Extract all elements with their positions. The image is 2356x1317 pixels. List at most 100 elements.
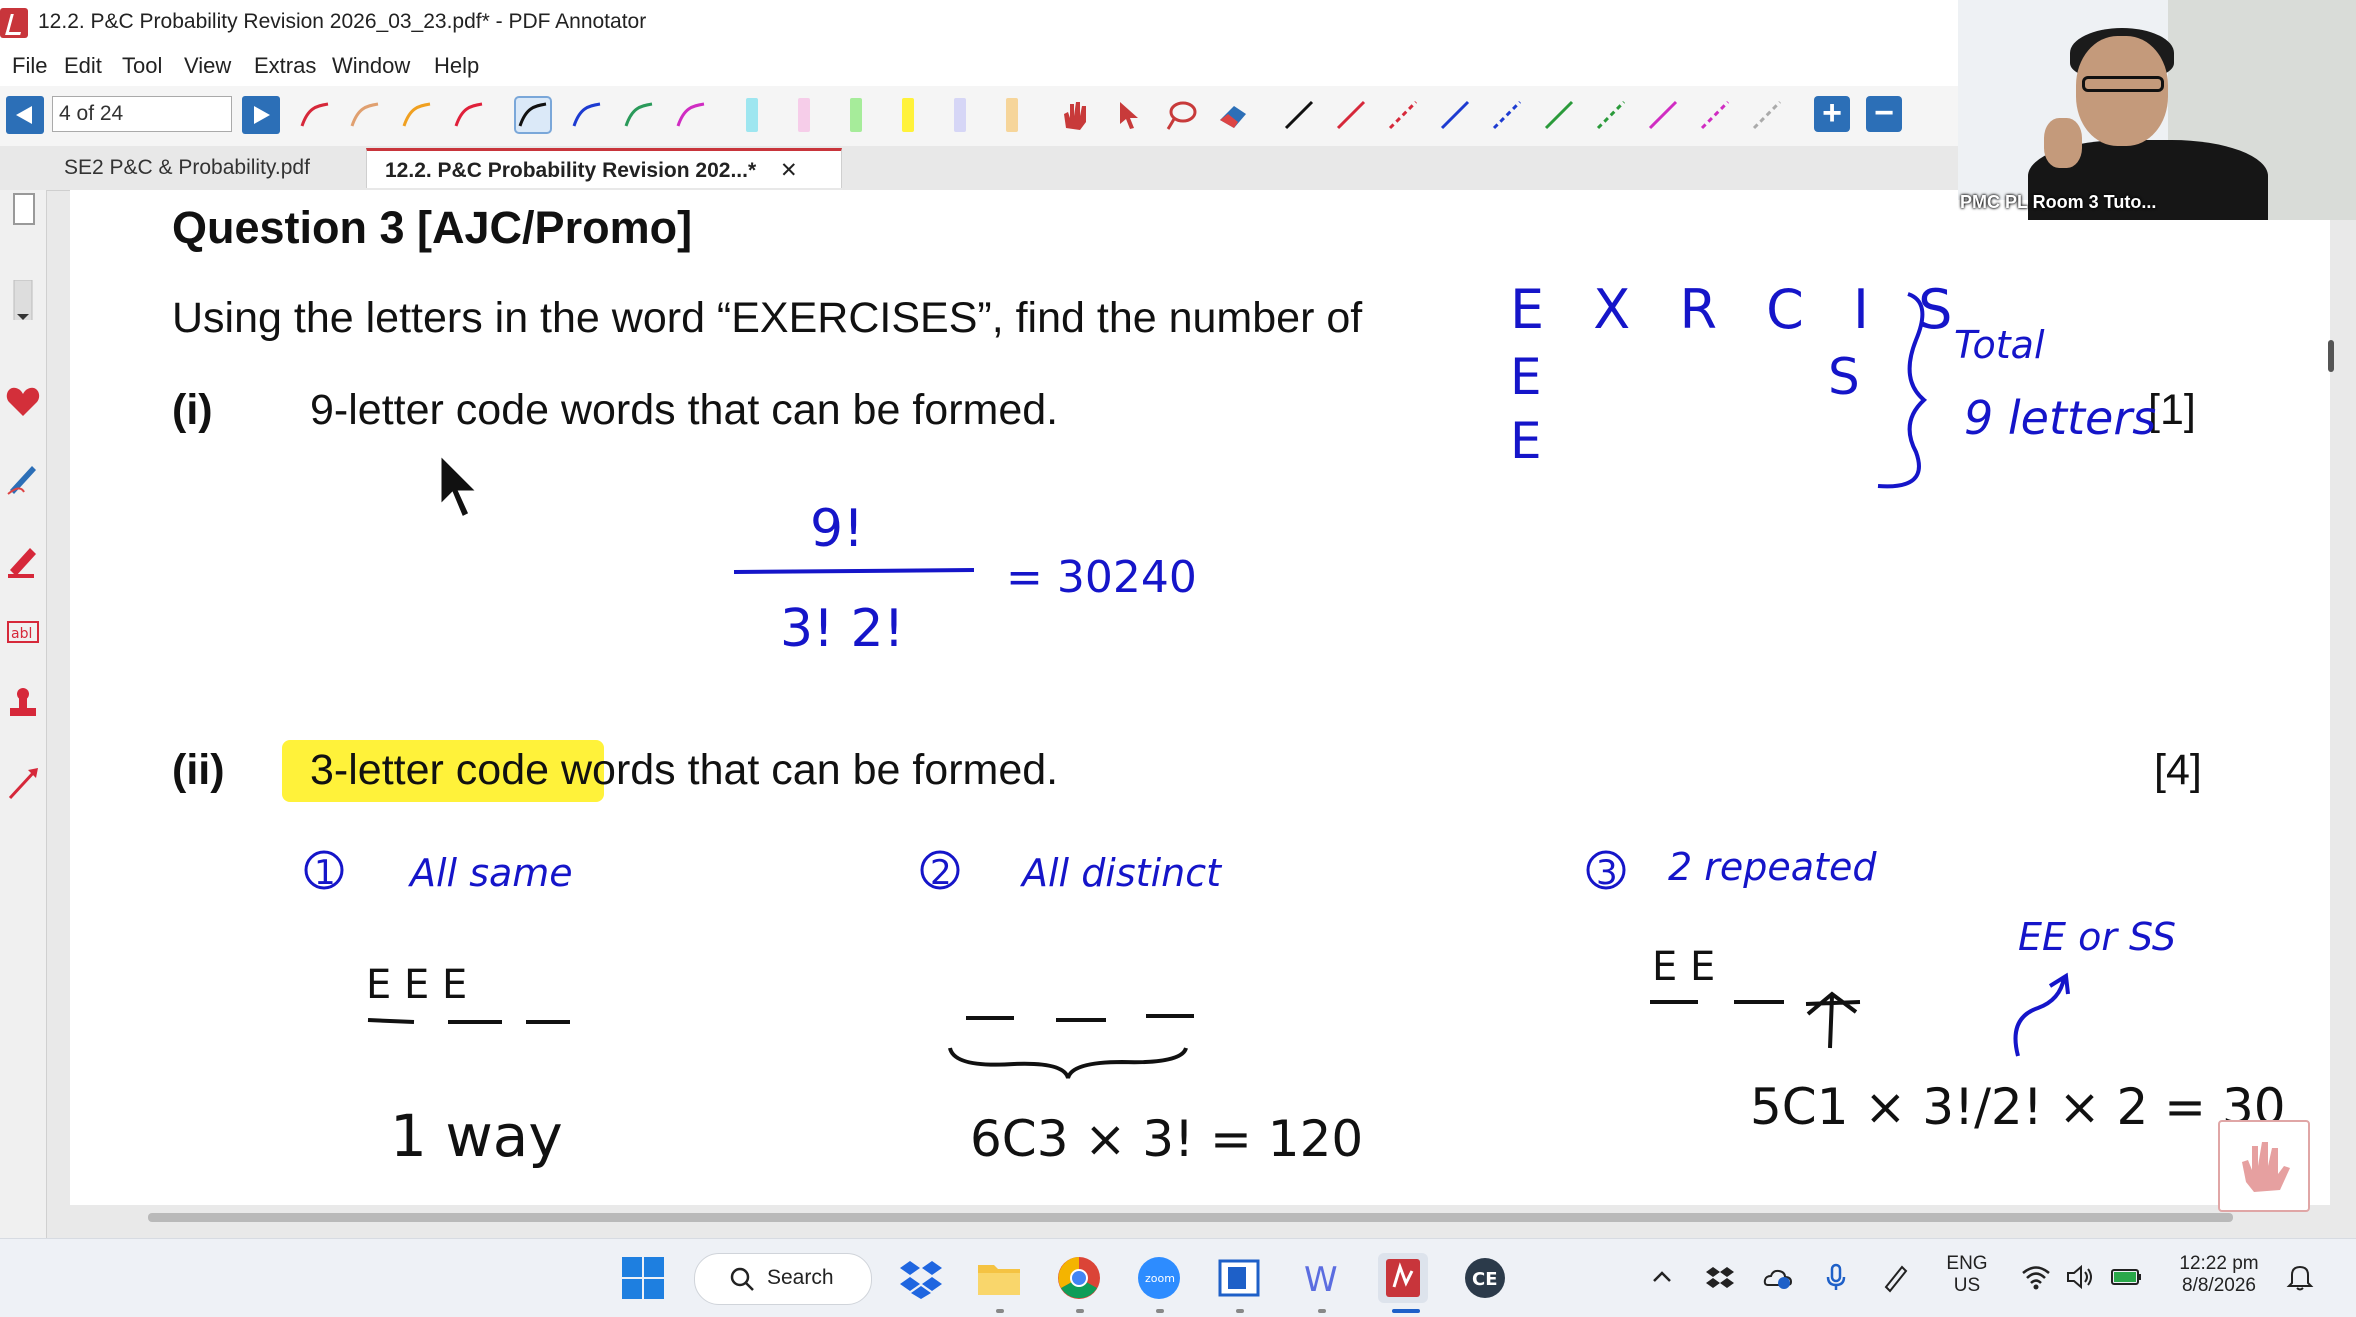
ink-case1-number: 1 — [314, 853, 336, 893]
zoom-icon[interactable]: zoom — [1134, 1253, 1184, 1303]
lasso-icon[interactable] — [1164, 98, 1198, 132]
pen-green-icon[interactable] — [622, 98, 656, 132]
ink-total-value: 9 letters — [1964, 391, 2156, 445]
volume-icon[interactable] — [2064, 1261, 2096, 1293]
notifications-bell-icon[interactable] — [2284, 1261, 2316, 1293]
clock[interactable]: 12:22 pm 8/8/2026 — [2164, 1253, 2274, 1297]
line-blue-icon[interactable] — [1438, 98, 1472, 132]
keyboard-layout: US — [1953, 1275, 1981, 1296]
zoom-out-button[interactable]: − — [1866, 96, 1902, 132]
menu-extras[interactable]: Extras — [254, 53, 316, 79]
vertical-scrollbar-thumb[interactable] — [2328, 340, 2334, 372]
taskbar-search-box[interactable]: Search — [694, 1253, 872, 1305]
line-magenta-icon[interactable] — [1646, 98, 1680, 132]
ink-case2-result: 6C3 × 3! = 120 — [970, 1110, 1363, 1168]
show-hidden-icons-chevron-icon[interactable] — [1646, 1261, 1678, 1293]
language-code: ENG — [1946, 1253, 1988, 1274]
zoom-in-button[interactable]: + — [1814, 96, 1850, 132]
sidebar-scroll-icon[interactable] — [4, 279, 42, 341]
tab-pc-probability-revision[interactable]: 12.2. P&C Probability Revision 202...* ✕ — [366, 148, 842, 188]
next-page-button[interactable] — [242, 96, 280, 134]
search-label: Search — [767, 1266, 834, 1289]
horizontal-scrollbar[interactable] — [148, 1213, 2233, 1222]
pen-tray-icon[interactable] — [1880, 1261, 1912, 1293]
tab-bar: SE2 P&C & Probability.pdf 12.2. P&C Prob… — [0, 146, 1958, 191]
wifi-icon[interactable] — [2020, 1261, 2052, 1293]
previous-page-button[interactable] — [6, 96, 44, 134]
menu-file[interactable]: File — [12, 53, 47, 79]
windows-taskbar: Search zoom W CE ENG US 12:22 pm 8/8/202… — [0, 1238, 2356, 1317]
page-thumbnail-icon[interactable] — [4, 192, 42, 232]
pen-tool-icon[interactable] — [4, 458, 42, 498]
highlighter-tool-icon[interactable] — [4, 540, 42, 580]
pen-red-icon[interactable] — [298, 98, 332, 132]
video-call-thumbnail[interactable]: PMC PL Room 3 Tuto... — [1958, 0, 2356, 220]
ce-app-icon[interactable]: CE — [1460, 1253, 1510, 1303]
word-app-icon[interactable]: W — [1296, 1253, 1346, 1303]
menu-view[interactable]: View — [184, 53, 231, 79]
menu-window[interactable]: Window — [332, 53, 410, 79]
highlighter-orange-icon[interactable] — [1006, 98, 1018, 132]
dashed-line-green-icon[interactable] — [1594, 98, 1628, 132]
windows-start-icon[interactable] — [618, 1253, 668, 1303]
page-number-input[interactable] — [52, 96, 232, 132]
highlighter-green-icon[interactable] — [850, 98, 862, 132]
pdf-annotator-logo-icon — [0, 8, 28, 38]
window-app-icon[interactable] — [1214, 1253, 1264, 1303]
text-box-tool-icon[interactable]: abl — [4, 612, 42, 652]
menu-bar: File Edit Tool View Extras Window Help — [0, 46, 1958, 86]
menu-tool[interactable]: Tool — [122, 53, 162, 79]
running-indicator — [1076, 1309, 1084, 1313]
line-red-icon[interactable] — [1334, 98, 1368, 132]
svg-text:CE: CE — [1472, 1269, 1498, 1290]
close-tab-icon[interactable]: ✕ — [780, 151, 798, 191]
arrow-tool-icon[interactable] — [4, 764, 42, 804]
dropbox-tray-icon[interactable] — [1704, 1261, 1736, 1293]
menu-help[interactable]: Help — [434, 53, 479, 79]
highlighter-lavender-icon[interactable] — [954, 98, 966, 132]
line-green-icon[interactable] — [1542, 98, 1576, 132]
eraser-icon[interactable] — [1216, 98, 1250, 132]
dashed-line-red-icon[interactable] — [1386, 98, 1420, 132]
file-explorer-icon[interactable] — [974, 1253, 1024, 1303]
dashed-line-magenta-icon[interactable] — [1698, 98, 1732, 132]
video-person-glasses — [2082, 76, 2164, 92]
chrome-icon[interactable] — [1054, 1253, 1104, 1303]
ink-letters-row1: E X R C I S — [1510, 278, 1968, 341]
pen-blue-icon[interactable] — [570, 98, 604, 132]
ink-case3-letters: E E — [1652, 944, 1715, 990]
microphone-icon[interactable] — [1820, 1261, 1852, 1293]
pdf-annotator-taskbar-icon[interactable] — [1378, 1253, 1428, 1303]
pen-crimson-icon[interactable] — [452, 98, 486, 132]
dashed-line-gray-icon[interactable] — [1750, 98, 1784, 132]
ink-fraction-numerator: 9! — [810, 499, 864, 559]
select-arrow-icon[interactable] — [1112, 98, 1146, 132]
raise-hand-icon[interactable] — [2218, 1120, 2310, 1212]
annotation-sidebar: abl — [0, 190, 47, 1238]
pdf-page[interactable]: Question 3 [AJC/Promo] Using the letters… — [70, 190, 2330, 1205]
menu-edit[interactable]: Edit — [64, 53, 102, 79]
stamp-tool-icon[interactable] — [4, 684, 42, 724]
highlighter-yellow-icon[interactable] — [902, 98, 914, 132]
dashed-line-blue-icon[interactable] — [1490, 98, 1524, 132]
language-indicator[interactable]: ENG US — [1932, 1253, 2002, 1297]
highlighter-cyan-icon[interactable] — [746, 98, 758, 132]
onedrive-sync-icon[interactable] — [1762, 1261, 1794, 1293]
ink-letter-s-row2: S — [1828, 348, 1860, 406]
pen-light-icon[interactable] — [348, 98, 382, 132]
favorites-heart-icon[interactable] — [4, 382, 42, 422]
tab-se2-pc-probability[interactable]: SE2 P&C & Probability.pdf — [46, 148, 364, 188]
running-indicator — [996, 1309, 1004, 1313]
ink-annotation-layer: E X R C I S E S E Total 9 letters 9! 3! … — [304, 278, 2286, 1170]
highlighter-pink-icon[interactable] — [798, 98, 810, 132]
pen-magenta-icon[interactable] — [674, 98, 708, 132]
battery-charging-icon[interactable] — [2110, 1261, 2142, 1293]
ink-letter-e-row2: E — [1510, 348, 1542, 406]
ink-case2-brace — [948, 1047, 1188, 1079]
pen-orange-icon[interactable] — [400, 98, 434, 132]
hand-tool-icon[interactable] — [1058, 98, 1092, 132]
mouse-cursor-icon — [438, 450, 484, 522]
dropbox-icon[interactable] — [896, 1253, 946, 1303]
line-black-icon[interactable] — [1282, 98, 1316, 132]
pen-black-icon[interactable] — [514, 96, 552, 134]
